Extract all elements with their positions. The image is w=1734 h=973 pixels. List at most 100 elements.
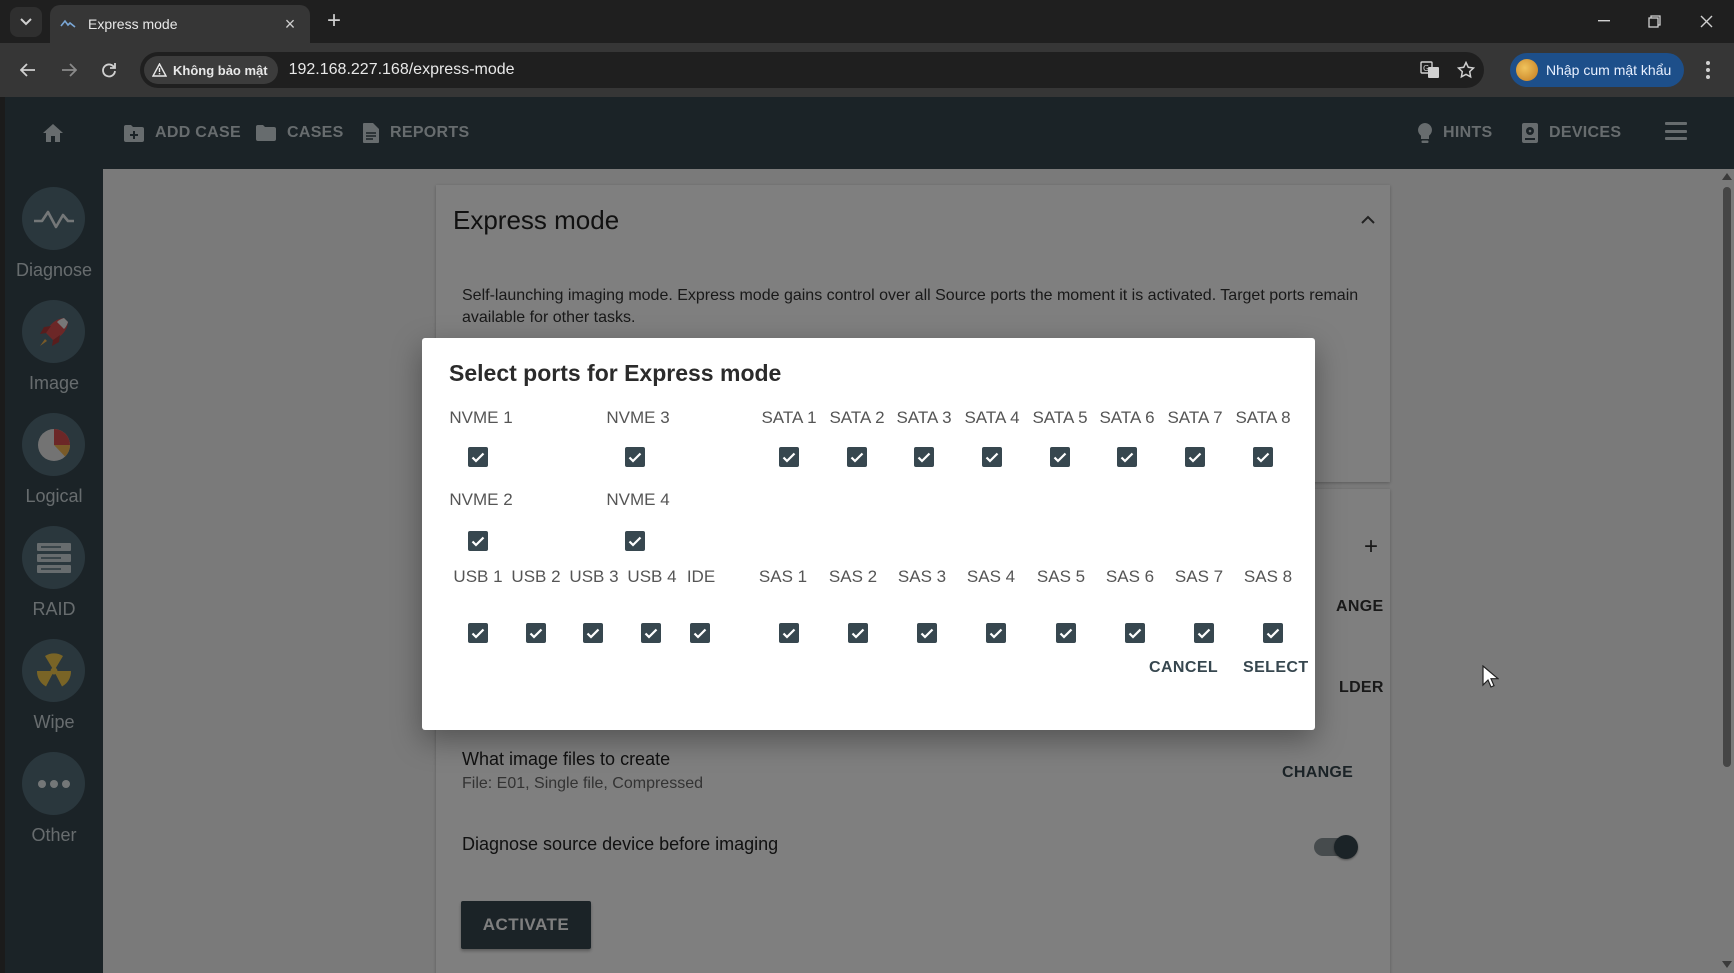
- port-label-nvme-2: NVME 2: [449, 490, 513, 509]
- checkmark-icon: [920, 628, 934, 639]
- restore-button[interactable]: [1634, 8, 1674, 34]
- checkmark-icon: [644, 628, 658, 639]
- port-label-usb-3: USB 3: [569, 567, 619, 586]
- translate-icon: G: [1420, 61, 1439, 78]
- site-favicon-icon: [60, 19, 76, 28]
- checkmark-icon: [471, 628, 485, 639]
- app-root: ADD CASE CASES REPORTS HINTS DEVICES Dia…: [5, 97, 1734, 973]
- checkmark-icon: [1059, 628, 1073, 639]
- port-label-sata-8: SATA 8: [1235, 408, 1291, 427]
- bookmark-button[interactable]: [1448, 52, 1484, 88]
- port-label-usb-1: USB 1: [453, 567, 503, 586]
- reload-button[interactable]: [95, 56, 123, 84]
- dialog-title: Select ports for Express mode: [449, 360, 782, 386]
- checkbox-sas-8[interactable]: [1263, 623, 1283, 643]
- port-label-sas-1: SAS 1: [758, 567, 808, 586]
- checkbox-sata-5[interactable]: [1050, 447, 1070, 467]
- close-window-button[interactable]: [1686, 8, 1726, 34]
- checkbox-usb-2[interactable]: [526, 623, 546, 643]
- checkbox-sata-8[interactable]: [1253, 447, 1273, 467]
- port-label-sata-3: SATA 3: [896, 408, 952, 427]
- checkbox-sata-2[interactable]: [847, 447, 867, 467]
- checkmark-icon: [985, 452, 999, 463]
- reload-icon: [102, 63, 116, 78]
- port-label-nvme-1: NVME 1: [449, 408, 513, 427]
- checkbox-nvme-3[interactable]: [625, 447, 645, 467]
- checkmark-icon: [1053, 452, 1067, 463]
- checkbox-nvme-2[interactable]: [468, 531, 488, 551]
- browser-menu-icon[interactable]: [1698, 57, 1718, 83]
- checkmark-icon: [1256, 452, 1270, 463]
- checkbox-sas-6[interactable]: [1125, 623, 1145, 643]
- checkbox-sas-3[interactable]: [917, 623, 937, 643]
- back-button[interactable]: [14, 56, 42, 84]
- checkmark-icon: [693, 628, 707, 639]
- new-tab-button[interactable]: +: [322, 9, 346, 33]
- checkmark-icon: [1128, 628, 1142, 639]
- checkbox-ide[interactable]: [690, 623, 710, 643]
- forward-button[interactable]: [55, 56, 83, 84]
- port-label-sas-4: SAS 4: [966, 567, 1016, 586]
- checkbox-sata-6[interactable]: [1117, 447, 1137, 467]
- checkmark-icon: [782, 452, 796, 463]
- tab-search-dropdown[interactable]: [10, 7, 42, 37]
- security-label: Không bảo mật: [173, 62, 268, 78]
- checkbox-sas-7[interactable]: [1194, 623, 1214, 643]
- checkbox-sas-2[interactable]: [848, 623, 868, 643]
- checkmark-icon: [851, 628, 865, 639]
- port-label-sas-6: SAS 6: [1105, 567, 1155, 586]
- checkbox-usb-4[interactable]: [641, 623, 661, 643]
- checkmark-icon: [471, 536, 485, 547]
- profile-button[interactable]: Nhập cum mật khẩu: [1510, 53, 1684, 87]
- select-button[interactable]: SELECT: [1243, 659, 1309, 677]
- checkmark-icon: [1266, 628, 1280, 639]
- checkbox-sata-1[interactable]: [779, 447, 799, 467]
- browser-tab[interactable]: Express mode ×: [50, 5, 310, 43]
- checkmark-icon: [628, 452, 642, 463]
- checkmark-icon: [1188, 452, 1202, 463]
- chevron-down-icon: [20, 18, 32, 26]
- profile-label: Nhập cum mật khẩu: [1546, 62, 1672, 78]
- warning-icon: [152, 63, 167, 77]
- url-text[interactable]: 192.168.227.168/express-mode: [289, 61, 1412, 79]
- browser-tab-strip: Express mode × +: [0, 0, 1734, 43]
- checkbox-sata-7[interactable]: [1185, 447, 1205, 467]
- cancel-button[interactable]: CANCEL: [1149, 659, 1218, 677]
- checkmark-icon: [850, 452, 864, 463]
- port-label-sas-5: SAS 5: [1036, 567, 1086, 586]
- checkbox-nvme-4[interactable]: [625, 531, 645, 551]
- checkmark-icon: [529, 628, 543, 639]
- checkbox-usb-3[interactable]: [583, 623, 603, 643]
- tab-close-icon[interactable]: ×: [280, 14, 300, 35]
- checkbox-sas-4[interactable]: [986, 623, 1006, 643]
- checkbox-sata-3[interactable]: [914, 447, 934, 467]
- security-chip[interactable]: Không bảo mật: [144, 56, 278, 84]
- checkmark-icon: [586, 628, 600, 639]
- avatar: [1516, 59, 1538, 81]
- checkmark-icon: [989, 628, 1003, 639]
- checkbox-usb-1[interactable]: [468, 623, 488, 643]
- restore-icon: [1647, 14, 1661, 28]
- port-label-sas-7: SAS 7: [1174, 567, 1224, 586]
- port-label-sas-3: SAS 3: [897, 567, 947, 586]
- select-ports-dialog: Select ports for Express mode NVME 1 NVM…: [422, 338, 1315, 730]
- mouse-cursor-icon: [1482, 665, 1499, 688]
- close-icon: [1700, 15, 1712, 27]
- checkbox-sas-5[interactable]: [1056, 623, 1076, 643]
- tab-title: Express mode: [88, 16, 178, 32]
- translate-button[interactable]: G: [1412, 52, 1448, 88]
- port-label-sata-2: SATA 2: [829, 408, 885, 427]
- checkmark-icon: [1120, 452, 1134, 463]
- port-label-sata-4: SATA 4: [964, 408, 1020, 427]
- checkbox-nvme-1[interactable]: [468, 447, 488, 467]
- checkbox-sata-4[interactable]: [982, 447, 1002, 467]
- port-label-usb-2: USB 2: [511, 567, 561, 586]
- checkmark-icon: [1197, 628, 1211, 639]
- checkbox-sas-1[interactable]: [779, 623, 799, 643]
- address-bar[interactable]: Không bảo mật 192.168.227.168/express-mo…: [140, 52, 1484, 88]
- checkmark-icon: [782, 628, 796, 639]
- star-icon: [1457, 61, 1475, 79]
- checkmark-icon: [628, 536, 642, 547]
- minimize-icon: [1598, 20, 1610, 22]
- minimize-button[interactable]: [1584, 8, 1624, 34]
